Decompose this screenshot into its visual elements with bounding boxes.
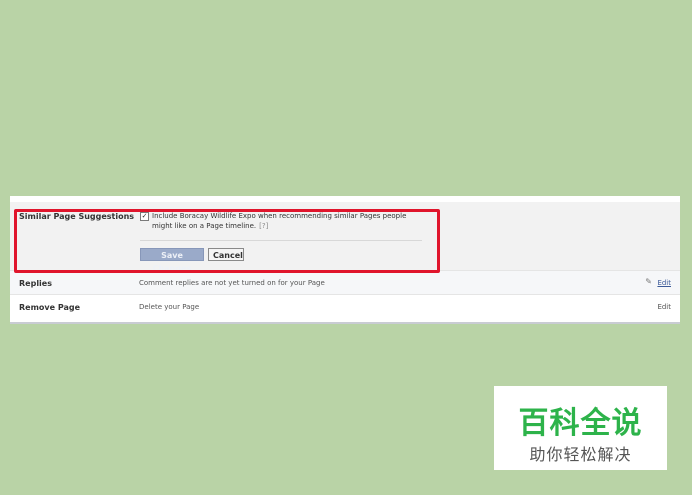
watermark-title: 百科全说 xyxy=(518,406,643,441)
replies-edit-link[interactable]: Edit xyxy=(657,279,671,287)
remove-page-row: Remove Page Delete your Page Edit xyxy=(10,294,680,318)
pencil-icon[interactable]: ✎ xyxy=(645,277,652,286)
remove-page-edit-link[interactable]: Edit xyxy=(657,303,671,311)
replies-label: Replies xyxy=(19,279,52,288)
watermark-subtitle: 助你轻松解决 xyxy=(529,445,632,464)
highlight-box xyxy=(14,209,440,273)
replies-value: Comment replies are not yet turned on fo… xyxy=(139,279,325,287)
remove-page-label: Remove Page xyxy=(19,303,81,312)
replies-row: Replies Comment replies are not yet turn… xyxy=(10,270,680,294)
remove-page-value: Delete your Page xyxy=(139,303,200,311)
watermark: 百科全说 助你轻松解决 xyxy=(494,386,667,470)
